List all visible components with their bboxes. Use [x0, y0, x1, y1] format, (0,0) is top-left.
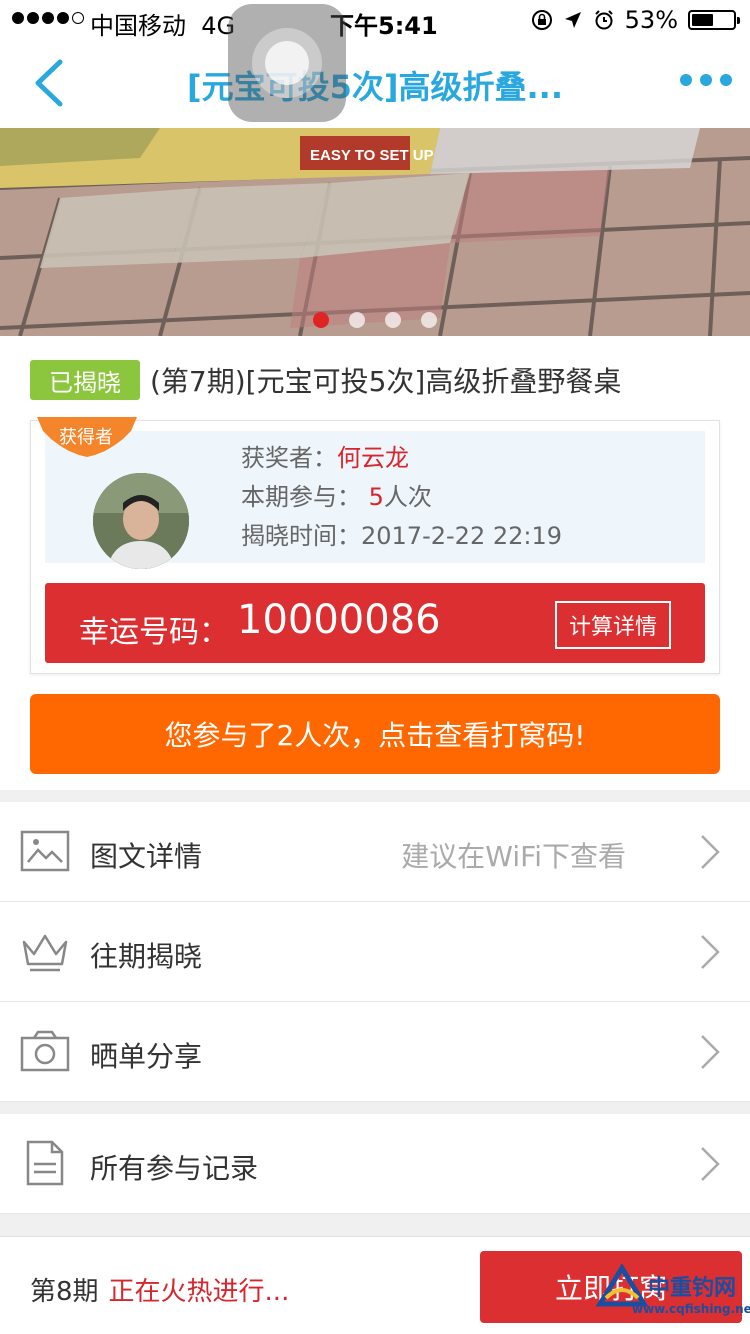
more-options-icon[interactable] — [680, 74, 732, 86]
lucky-number-label: 幸运号码： — [79, 615, 229, 650]
period-label: 第8期 — [30, 1277, 99, 1307]
records-menu: 所有参与记录 — [0, 1114, 750, 1214]
period-status: 正在火热进行... — [108, 1277, 290, 1307]
alarm-icon — [594, 10, 613, 30]
chevron-right-icon — [701, 835, 720, 869]
banner-image-text: EASY TO SET UP — [310, 147, 434, 164]
carousel-indicator — [313, 312, 437, 328]
orientation-lock-icon — [531, 10, 552, 30]
menu-item-graphic-details[interactable]: 图文详情 建议在WiFi下查看 — [0, 802, 750, 902]
carousel-dot[interactable] — [313, 312, 329, 328]
winner-ribbon-label: 获得者 — [59, 427, 113, 448]
assistive-touch-button[interactable] — [228, 4, 346, 122]
document-icon — [26, 1140, 64, 1186]
status-time: 下午5:41 — [330, 12, 438, 40]
site-watermark-logo: 中重钓网 www.cqfishing.net — [592, 1262, 750, 1330]
carousel-dot[interactable] — [349, 312, 365, 328]
menu-item-all-records[interactable]: 所有参与记录 — [0, 1114, 750, 1214]
product-photo: EASY TO SET UP — [0, 128, 750, 336]
winner-name-row: 获奖者：何云龙 — [241, 444, 409, 472]
carousel-dot[interactable] — [385, 312, 401, 328]
menu-item-hint: 建议在WiFi下查看 — [401, 840, 626, 873]
product-title-row: 已揭晓 (第7期)[元宝可投5次]高级折叠野餐桌 — [30, 360, 621, 400]
menu-item-label: 图文详情 — [90, 840, 203, 873]
reveal-time-row: 揭晓时间：2017-2-22 22:19 — [241, 522, 562, 550]
winner-details: 获奖者：何云龙 本期参与： 5人次 揭晓时间：2017-2-22 22:19 — [241, 439, 562, 556]
status-badge: 已揭晓 — [30, 360, 140, 400]
menu-item-share-orders[interactable]: 晒单分享 — [0, 1002, 750, 1102]
status-bar: 中国移动 4G 下午5:41 53% — [0, 0, 750, 40]
chevron-right-icon — [701, 1147, 720, 1181]
carrier-label: 中国移动 4G — [90, 12, 236, 40]
chevron-right-icon — [701, 935, 720, 969]
watermark-text: 中重钓网 — [648, 1276, 737, 1301]
signal-strength-icon — [12, 12, 84, 24]
menu-item-label: 往期揭晓 — [90, 940, 203, 973]
detail-menu: 图文详情 建议在WiFi下查看 往期揭晓 晒单分享 — [0, 802, 750, 1102]
winner-avatar[interactable] — [93, 473, 189, 569]
winner-info-box: 获奖者：何云龙 本期参与： 5人次 揭晓时间：2017-2-22 22:19 — [45, 431, 705, 569]
next-period-info[interactable]: 第8期 正在火热进行... — [30, 1271, 289, 1308]
crown-icon — [22, 934, 68, 972]
participation-count: 5 — [368, 483, 384, 511]
winner-name[interactable]: 何云龙 — [337, 444, 409, 472]
back-arrow-icon[interactable] — [30, 58, 70, 108]
location-arrow-icon — [564, 12, 581, 28]
menu-item-past-results[interactable]: 往期揭晓 — [0, 902, 750, 1002]
navigation-bar: [元宝可投5次]高级折叠... — [0, 40, 750, 128]
lucky-number: 10000086 — [237, 597, 441, 643]
image-icon — [20, 830, 70, 872]
battery-percent: 53% — [624, 6, 678, 34]
page-title: [元宝可投5次]高级折叠... — [187, 68, 563, 106]
calculation-details-button[interactable]: 计算详情 — [555, 601, 671, 649]
battery-icon — [688, 10, 740, 30]
menu-item-label: 所有参与记录 — [90, 1152, 259, 1185]
menu-item-label: 晒单分享 — [90, 1040, 203, 1073]
status-right: 53% — [531, 6, 740, 34]
winner-card: 获奖者：何云龙 本期参与： 5人次 揭晓时间：2017-2-22 22:19 获… — [30, 417, 720, 674]
reveal-time: 2017-2-22 22:19 — [361, 522, 562, 550]
product-title: (第7期)[元宝可投5次]高级折叠野餐桌 — [150, 365, 622, 398]
watermark-url: www.cqfishing.net — [632, 1302, 750, 1316]
view-my-codes-button[interactable]: 您参与了2人次，点击查看打窝码! — [30, 694, 720, 774]
participation-row: 本期参与： 5人次 — [241, 483, 432, 511]
carousel-dot[interactable] — [421, 312, 437, 328]
product-image-carousel[interactable]: EASY TO SET UP — [0, 128, 750, 336]
product-info-section: 已揭晓 (第7期)[元宝可投5次]高级折叠野餐桌 获奖者：何云龙 本期参与： 5… — [0, 336, 750, 790]
lucky-number-bar: 幸运号码： 10000086 计算详情 — [45, 583, 705, 663]
chevron-right-icon — [701, 1035, 720, 1069]
camera-icon — [20, 1030, 70, 1072]
